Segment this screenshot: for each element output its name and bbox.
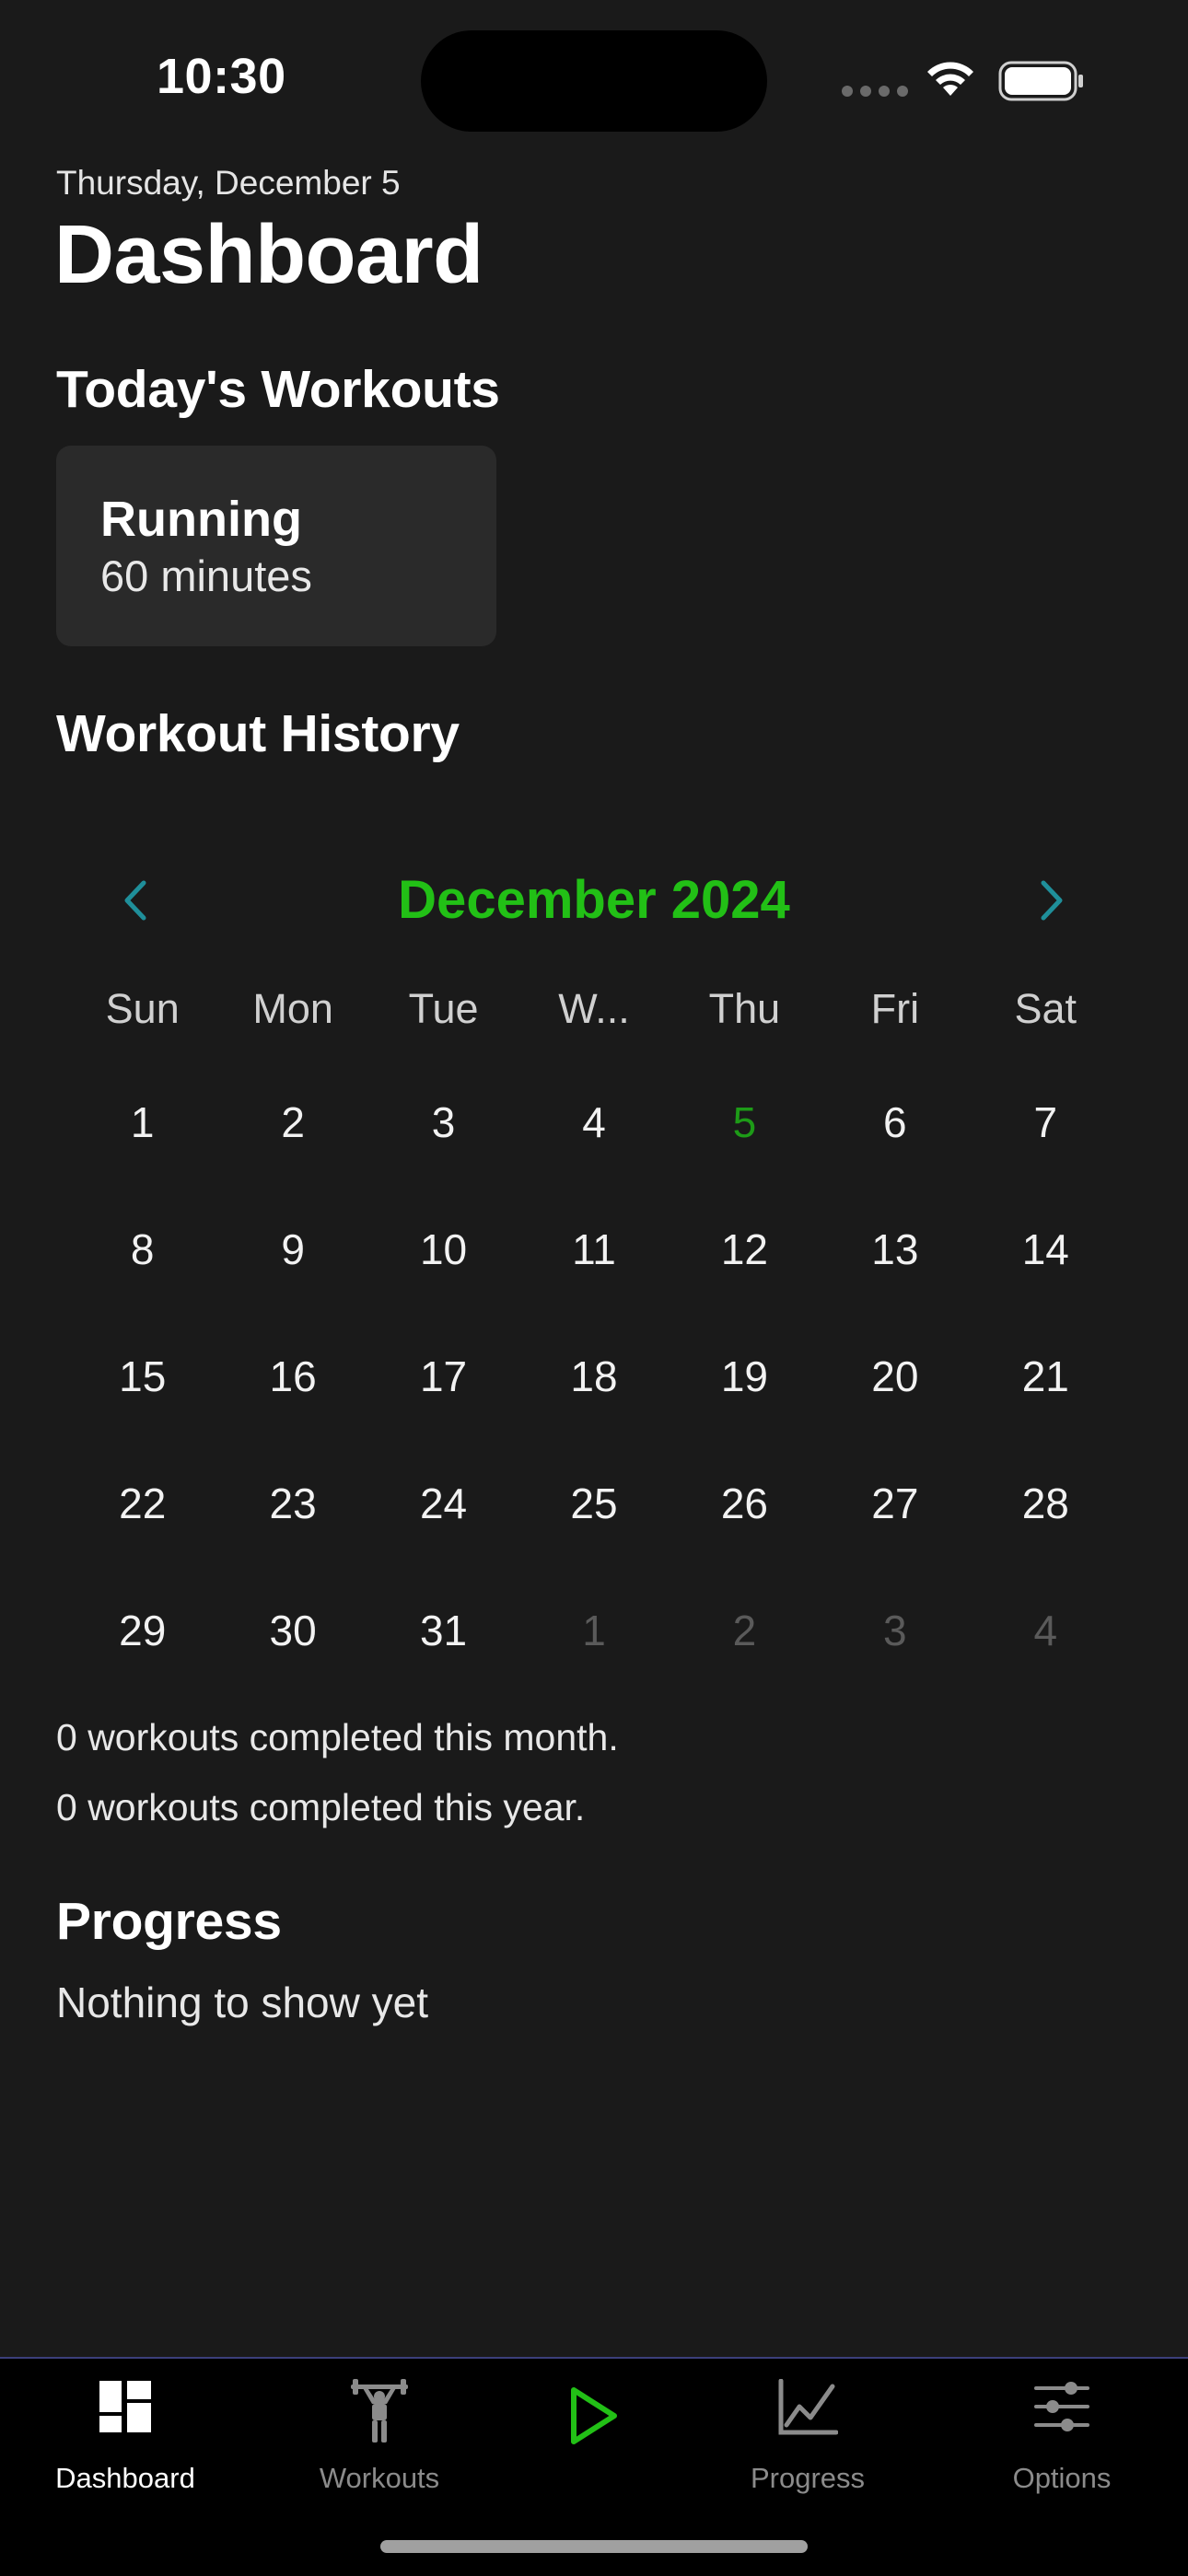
calendar-day[interactable]: 11 xyxy=(518,1184,669,1311)
battery-icon xyxy=(998,61,1085,106)
calendar-day[interactable]: 18 xyxy=(518,1311,669,1438)
weekday-label: Fri xyxy=(870,985,920,1032)
calendar-day[interactable]: 26 xyxy=(670,1438,820,1565)
date-label: Thursday, December 5 xyxy=(56,164,401,202)
line-chart-icon xyxy=(777,2378,839,2441)
weekday-label: Thu xyxy=(708,985,781,1032)
calendar-day[interactable]: 22 xyxy=(67,1438,217,1565)
tab-label-progress: Progress xyxy=(750,2462,866,2494)
play-icon xyxy=(568,2386,620,2450)
calendar-day[interactable]: 15 xyxy=(67,1311,217,1438)
calendar-day[interactable]: 12 xyxy=(670,1184,820,1311)
calendar-day[interactable]: 6 xyxy=(820,1057,970,1184)
next-month-button[interactable] xyxy=(1024,875,1079,930)
calendar-day[interactable]: 17 xyxy=(368,1311,518,1438)
calendar-day[interactable]: 10 xyxy=(368,1184,518,1311)
tab-workouts[interactable]: Workouts xyxy=(287,2359,472,2497)
weekday-label: W... xyxy=(558,985,630,1032)
tab-options[interactable]: Options xyxy=(970,2359,1154,2497)
sliders-icon xyxy=(1032,2379,1091,2439)
calendar-day[interactable]: 2 xyxy=(217,1057,367,1184)
weekday-label: Sat xyxy=(1014,985,1077,1032)
calendar-day[interactable]: 29 xyxy=(67,1565,217,1692)
calendar-day[interactable]: 19 xyxy=(670,1311,820,1438)
calendar-day[interactable]: 20 xyxy=(820,1311,970,1438)
calendar-day[interactable]: 21 xyxy=(971,1311,1121,1438)
calendar-weekday-row: Sun Mon Tue W... Thu Fri Sat xyxy=(67,985,1121,1033)
section-title-todays-workouts: Today's Workouts xyxy=(56,360,500,419)
status-time: 10:30 xyxy=(157,49,286,104)
yearly-workout-count: 0 workouts completed this year. xyxy=(56,1786,586,1828)
tab-label-options: Options xyxy=(1012,2462,1112,2494)
calendar-day[interactable]: 7 xyxy=(971,1057,1121,1184)
weekday-label: Tue xyxy=(408,985,479,1032)
dashboard-grid-icon xyxy=(98,2379,153,2439)
monthly-workout-count: 0 workouts completed this month. xyxy=(56,1716,619,1758)
cellular-signal-icon xyxy=(842,86,908,97)
calendar-day[interactable]: 16 xyxy=(217,1311,367,1438)
calendar-day[interactable]: 28 xyxy=(971,1438,1121,1565)
page-title: Dashboard xyxy=(54,209,483,301)
calendar-day[interactable]: 30 xyxy=(217,1565,367,1692)
status-bar: 10:30 xyxy=(0,0,1188,157)
weekday-label: Sun xyxy=(105,985,180,1032)
calendar-day[interactable]: 14 xyxy=(971,1184,1121,1311)
calendar-day[interactable]: 31 xyxy=(368,1565,518,1692)
section-title-progress: Progress xyxy=(56,1892,282,1951)
workout-name: Running xyxy=(100,492,302,547)
calendar-month-label: December 2024 xyxy=(398,870,790,930)
wifi-icon xyxy=(923,59,978,104)
calendar-day[interactable]: 27 xyxy=(820,1438,970,1565)
tab-start-workout[interactable] xyxy=(502,2359,686,2497)
dynamic-island xyxy=(421,30,767,132)
weekday-label: Mon xyxy=(252,985,333,1032)
section-title-workout-history: Workout History xyxy=(56,704,460,763)
workout-card[interactable]: Running 60 minutes xyxy=(56,446,496,646)
calendar-day-outside-month[interactable]: 1 xyxy=(518,1565,669,1692)
calendar-day-grid: 1 2 3 4 5 6 7 8 9 10 11 12 13 14 15 16 17 18 19 20 21 22 23 24 2… xyxy=(67,1057,1121,1692)
calendar-day[interactable]: 23 xyxy=(217,1438,367,1565)
tab-label-workouts: Workouts xyxy=(319,2462,440,2494)
calendar-day-today[interactable]: 5 xyxy=(670,1057,820,1184)
calendar-day[interactable]: 24 xyxy=(368,1438,518,1565)
calendar-day[interactable]: 3 xyxy=(368,1057,518,1184)
chevron-right-icon xyxy=(1038,879,1066,926)
tab-label-dashboard: Dashboard xyxy=(55,2462,195,2494)
calendar-day[interactable]: 8 xyxy=(67,1184,217,1311)
calendar-day-outside-month[interactable]: 4 xyxy=(971,1565,1121,1692)
calendar-day[interactable]: 9 xyxy=(217,1184,367,1311)
calendar-day[interactable]: 1 xyxy=(67,1057,217,1184)
calendar-day[interactable]: 25 xyxy=(518,1438,669,1565)
weightlifter-icon xyxy=(347,2379,412,2448)
calendar-header: December 2024 xyxy=(0,856,1188,948)
home-indicator[interactable] xyxy=(380,2540,808,2553)
workout-duration: 60 minutes xyxy=(100,551,312,600)
calendar-day[interactable]: 4 xyxy=(518,1057,669,1184)
tab-dashboard[interactable]: Dashboard xyxy=(33,2359,217,2497)
progress-empty-message: Nothing to show yet xyxy=(56,1978,429,2026)
calendar-day-outside-month[interactable]: 2 xyxy=(670,1565,820,1692)
calendar-day-outside-month[interactable]: 3 xyxy=(820,1565,970,1692)
tab-progress[interactable]: Progress xyxy=(716,2359,900,2497)
calendar-day[interactable]: 13 xyxy=(820,1184,970,1311)
